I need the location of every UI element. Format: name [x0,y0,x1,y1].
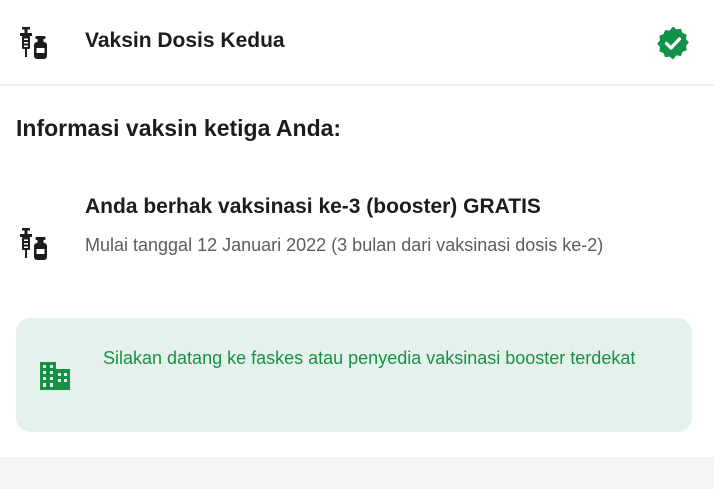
third-dose-section-title: Informasi vaksin ketiga Anda: [16,115,342,141]
second-dose-row[interactable]: Vaksin Dosis Kedua [0,0,714,86]
verified-check-icon [655,25,691,61]
booster-eligibility-detail: Mulai tanggal 12 Januari 2022 (3 bulan d… [85,235,604,255]
section-divider [0,457,714,489]
vaccine-certificate-page: Vaksin Dosis Kedua Informasi vaksin keti… [0,0,714,489]
vaccine-icon [18,227,50,266]
booster-info-box: Silakan datang ke faskes atau penyedia v… [16,318,692,432]
vaccine-icon [18,26,50,65]
booster-eligibility-title: Anda berhak vaksinasi ke-3 (booster) GRA… [85,195,541,218]
booster-info-message: Silakan datang ke faskes atau penyedia v… [103,348,636,368]
building-icon [40,362,70,395]
second-dose-title: Vaksin Dosis Kedua [85,29,285,52]
